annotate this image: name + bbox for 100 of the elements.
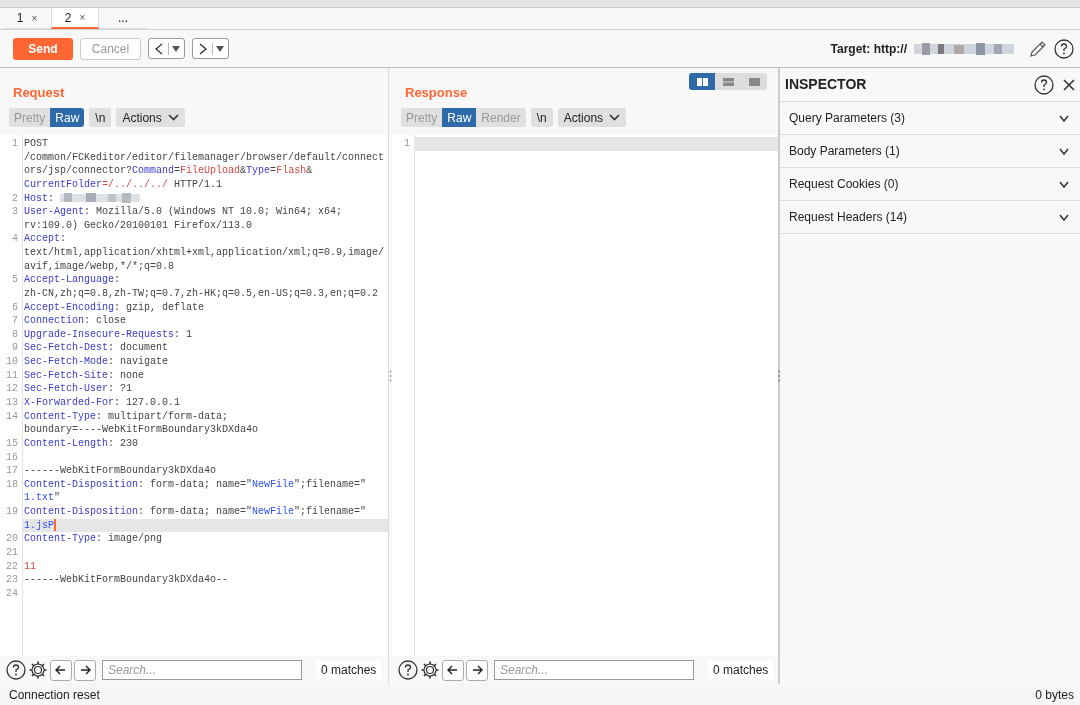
line-number: 15 [5, 436, 19, 451]
help-icon[interactable] [398, 660, 418, 680]
search-field[interactable]: Search... [494, 660, 694, 680]
repeater-tab[interactable]: 2 × [51, 8, 99, 29]
line-number: 5 [11, 273, 19, 288]
code-line: Connection: close [23, 314, 128, 328]
code-line: 1.txt" [23, 491, 62, 506]
line-number: 13 [5, 396, 19, 410]
code-line: X-Forwarded-For: 127.0.0.1 [23, 396, 182, 410]
chevron-right-icon [197, 42, 209, 55]
code-line: Accept-Language: [23, 273, 122, 287]
line-number: 6 [11, 300, 19, 315]
line-number: 21 [5, 545, 19, 560]
pencil-icon[interactable] [1029, 39, 1047, 58]
help-icon[interactable] [1054, 38, 1074, 59]
line-number: 3 [11, 205, 19, 220]
code-line: User-Agent: Mozilla/5.0 (Windows NT 10.0; Win64; x64; [23, 205, 344, 219]
next-match-button[interactable] [74, 659, 96, 681]
line-number: 8 [11, 327, 19, 342]
forward-button[interactable] [192, 38, 229, 59]
inspector-title: INSPECTOR [785, 75, 868, 94]
code-line: boundary=----WebKitFormBoundary3kDXda4o [23, 423, 260, 437]
code-line: Host: [22, 191, 388, 206]
layout-button[interactable] [715, 73, 741, 90]
dropdown-triangle-icon [172, 45, 180, 52]
back-button[interactable] [148, 38, 185, 59]
match-count: 0 matches [708, 661, 774, 679]
code-line: POST [23, 137, 49, 151]
settings-icon[interactable] [420, 660, 440, 680]
line-number: 16 [5, 450, 19, 465]
code-line: avif,image/webp,*/*;q=0.8 [23, 259, 176, 274]
line-number: 23 [5, 573, 19, 587]
layout-button[interactable] [741, 73, 767, 90]
code-line: Accept: [23, 232, 68, 246]
line-number: 22 [5, 559, 19, 574]
byte-count: 0 bytes [1035, 686, 1074, 704]
actions-button[interactable]: Actions [557, 108, 627, 127]
line-number: 9 [11, 341, 19, 356]
line-number: 2 [11, 191, 19, 206]
code-line: CurrentFolder=/../../../ HTTP/1.1 [23, 177, 224, 192]
newline-button[interactable]: \n [530, 108, 553, 127]
code-line: Upgrade-Insecure-Requests: 1 [23, 327, 194, 342]
code-line: ors/jsp/connector?Command=FileUpload&Type=Flash& [23, 164, 314, 178]
status-text: Connection reset [9, 686, 100, 704]
split-columns-icon [696, 77, 708, 86]
line-number: 14 [5, 409, 19, 424]
line-number: 20 [5, 532, 19, 546]
line-number: 1 [11, 137, 19, 151]
view-tab[interactable]: Raw [50, 108, 85, 127]
help-icon[interactable] [6, 660, 26, 680]
code-line: Sec-Fetch-User: ?1 [23, 382, 134, 396]
match-count: 0 matches [316, 661, 382, 679]
layout-button[interactable] [689, 73, 715, 90]
code-line: Content-Disposition: form-data; name="NewFile";filename=" [23, 477, 368, 492]
line-number: 24 [5, 586, 19, 601]
single-pane-icon [748, 77, 760, 86]
previous-match-button[interactable] [50, 659, 72, 681]
chevron-icon [167, 114, 179, 121]
close-icon[interactable] [1062, 77, 1076, 92]
code-line: Sec-Fetch-Site: none [23, 368, 146, 383]
next-match-button[interactable] [466, 659, 488, 681]
panel-title: Response [405, 83, 468, 102]
line-number: 1 [403, 137, 411, 151]
target-label: Target: http:// [830, 40, 907, 58]
repeater-tab[interactable]: ... [99, 8, 147, 29]
code-line: Content-Disposition: form-data; name="NewFile";filename=" [23, 505, 368, 519]
code-line: 11 [23, 559, 37, 574]
settings-icon[interactable] [28, 660, 48, 680]
previous-match-button[interactable] [442, 659, 464, 681]
code-line: zh-CN,zh;q=0.8,zh-TW;q=0.7,zh-HK;q=0.5,en-US;q=0.3,en;q=0.2 [23, 286, 380, 301]
line-number: 10 [5, 355, 19, 369]
help-icon[interactable] [1034, 74, 1054, 95]
resize-grip-icon[interactable] [389, 370, 392, 382]
chevron-icon [609, 114, 621, 121]
code-line: ------WebKitFormBoundary3kDXda4o [23, 464, 218, 478]
code-line: Sec-Fetch-Mode: navigate [23, 355, 170, 369]
panel-title: Request [13, 83, 65, 102]
code-line: /common/FCKeditor/editor/filemanager/browser/default/connect [23, 150, 386, 165]
actions-button[interactable]: Actions [116, 108, 185, 127]
code-line: rv:109.0) Gecko/20100101 Firefox/113.0 [23, 218, 254, 233]
dropdown-triangle-icon [216, 45, 224, 52]
code-line: Content-Length: 230 [23, 436, 140, 451]
code-line: Content-Type: multipart/form-data; [23, 409, 230, 424]
code-line: Accept-Encoding: gzip, deflate [23, 300, 206, 315]
code-line: Content-Type: image/png [23, 532, 164, 546]
split-rows-icon [722, 77, 734, 86]
line-number: 17 [5, 464, 19, 478]
line-number: 19 [5, 505, 19, 520]
search-field[interactable]: Search... [102, 660, 302, 680]
chevron-left-icon [153, 42, 165, 55]
code-line: text/html,application/xhtml+xml,application/xml;q=0.9,image/ [23, 246, 386, 260]
line-number: 4 [11, 232, 19, 247]
code-line: ------WebKitFormBoundary3kDXda4o-- [23, 573, 230, 587]
line-number: 11 [5, 368, 19, 383]
view-tab[interactable]: Raw [442, 108, 477, 127]
line-number: 12 [5, 382, 19, 396]
line-number: 18 [5, 477, 19, 492]
line-number: 7 [11, 314, 19, 328]
newline-button[interactable]: \n [89, 108, 112, 127]
code-line: Sec-Fetch-Dest: document [23, 341, 170, 356]
